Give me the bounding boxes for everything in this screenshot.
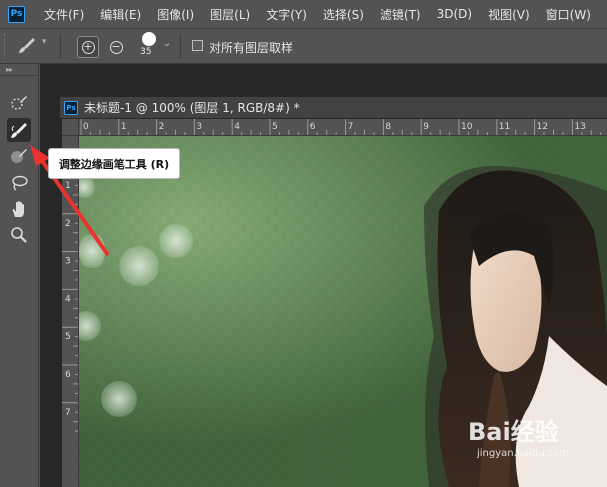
ruler-label: 3 [65,257,71,267]
menu-window[interactable]: 窗口(W) [537,6,598,23]
ruler-label: 11 [499,122,510,132]
ruler-label: 0 [83,122,89,132]
quick-selection-icon [11,96,27,110]
photoshop-logo-icon: Ps [64,100,78,115]
menu-file[interactable]: 文件(F) [35,6,91,23]
refine-edge-brush-icon [19,38,35,53]
horizontal-ruler-ticks: 0 1 2 3 4 5 6 7 8 9 10 11 12 13 [80,119,602,135]
subtract-from-selection-button[interactable]: − [105,36,127,58]
image-canvas[interactable]: Bai经验 jingyan.baidu.com [79,136,607,487]
add-to-selection-button[interactable]: + [77,36,99,58]
divider [180,35,181,59]
watermark-text: Bai经验 [468,418,559,446]
ruler-label: 2 [159,122,165,132]
ruler-label: 1 [121,122,127,132]
menu-bar: Ps 文件(F) 编辑(E) 图像(I) 图层(L) 文字(Y) 选择(S) 滤… [0,0,607,28]
collapse-panel-icon[interactable]: ▸▸ [6,65,13,74]
sample-all-layers-checkbox[interactable] [192,40,203,51]
menu-view[interactable]: 视图(V) [479,6,537,23]
ruler-label: 5 [272,122,278,132]
ruler-label: 3 [196,122,202,132]
brush-size-value: 35 [140,47,152,57]
refine-edge-brush-icon [11,123,27,138]
sample-all-layers-label: 对所有图层取样 [209,41,294,55]
hand-tool[interactable] [7,197,31,221]
hand-icon [12,201,24,217]
chevron-down-icon[interactable]: ▾ [42,37,47,47]
quick-selection-tool[interactable] [7,91,31,115]
ruler-label: 4 [65,294,71,304]
ruler-label: 6 [310,122,316,132]
ruler-label: 8 [385,122,391,132]
menu-3d[interactable]: 3D(D) [428,7,479,21]
minus-circle-icon: − [109,39,123,54]
tooltip-text: 调整边缘画笔工具 (R) [58,157,170,171]
menu-select[interactable]: 选择(S) [314,6,371,23]
menu-layer[interactable]: 图层(L) [201,6,257,23]
ruler-label: 1 [65,181,71,191]
ruler-origin[interactable] [62,119,79,136]
options-bar-grip[interactable] [4,34,8,58]
plus-circle-icon: + [81,39,95,54]
ruler-label: 4 [234,122,240,132]
watermark-url: jingyan.baidu.com [477,448,570,459]
ruler-label: 5 [65,332,71,342]
menu-edit[interactable]: 编辑(E) [91,6,148,23]
brush-preview-icon[interactable] [142,32,156,46]
chevron-down-icon[interactable]: ⌄ [163,38,171,49]
vertical-ruler-ticks: 1 2 3 4 5 6 7 [62,175,78,432]
ruler-label: 10 [461,122,473,132]
ruler-label: 7 [65,408,71,418]
ruler-label: 12 [537,122,548,132]
zoom-tool[interactable] [7,223,31,247]
lasso-tool[interactable] [7,171,31,195]
menu-filter[interactable]: 滤镜(T) [371,6,428,23]
zoom-icon [11,227,27,243]
tool-preset-picker[interactable] [14,35,40,57]
divider [60,35,61,59]
menu-type[interactable]: 文字(Y) [257,6,314,23]
ruler-label: 9 [423,122,429,132]
document-title: 未标题-1 @ 100% (图层 1, RGB/8#) * [84,101,300,115]
baidu-watermark: Bai经验 [468,412,559,447]
tools-panel: ▸▸ [0,64,39,487]
ruler-label: 6 [65,370,71,380]
options-bar: ▾ + − 35 ⌄ 对所有图层取样 [0,28,607,64]
brush-tool[interactable] [7,144,31,168]
ruler-label: 7 [348,122,354,132]
lasso-icon [12,175,28,191]
photoshop-logo-icon: Ps [8,5,25,23]
menu-image[interactable]: 图像(I) [148,6,201,23]
refine-edge-brush-tool[interactable] [7,118,31,142]
ruler-label: 2 [65,219,71,229]
vertical-ruler[interactable]: 1 2 3 4 5 6 7 [62,136,79,487]
ruler-label: 13 [574,122,585,132]
document-tab[interactable]: Ps 未标题-1 @ 100% (图层 1, RGB/8#) * [60,97,607,118]
tool-tooltip: 调整边缘画笔工具 (R) [48,148,180,179]
divider [0,75,38,76]
horizontal-ruler[interactable]: 0 1 2 3 4 5 6 7 8 9 10 11 12 13 [79,119,607,136]
brush-icon [11,149,27,163]
